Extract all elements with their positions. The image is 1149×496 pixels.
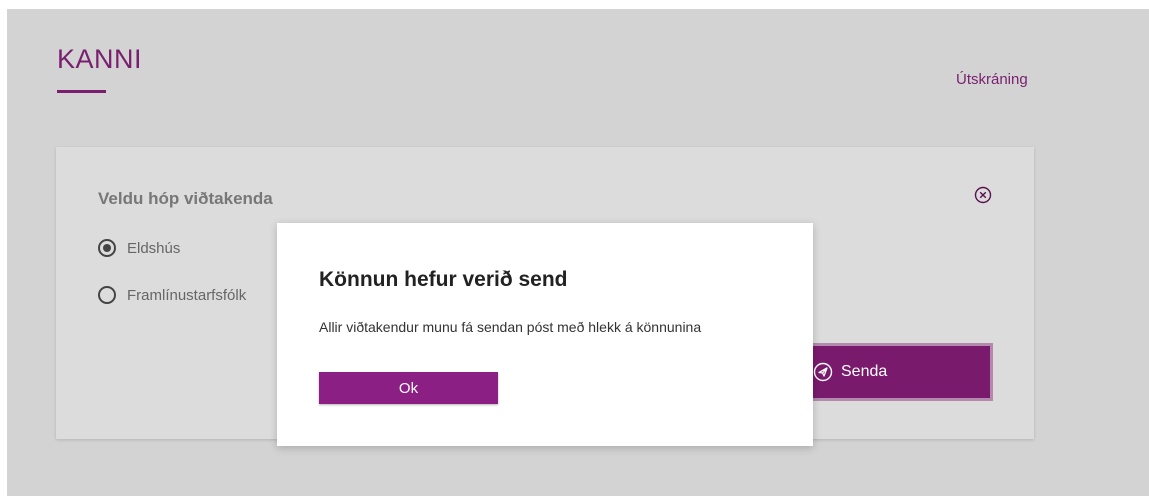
brand-logo: KANNI xyxy=(57,44,143,74)
option-framlinustarfsfolk[interactable]: Framlínustarfsfólk xyxy=(98,286,246,304)
option-label: Eldshús xyxy=(127,239,181,257)
radio-button-checked[interactable] xyxy=(98,239,116,257)
radio-button[interactable] xyxy=(98,286,116,304)
send-button[interactable]: Senda xyxy=(793,343,993,401)
confirmation-dialog: Könnun hefur verið send Allir viðtakendu… xyxy=(277,223,813,446)
close-icon[interactable] xyxy=(974,186,992,204)
paper-plane-icon xyxy=(813,362,833,382)
ok-button[interactable]: Ok xyxy=(319,372,498,404)
brand-underline xyxy=(57,90,106,93)
option-eldshus[interactable]: Eldshús xyxy=(98,239,180,257)
send-button-label: Senda xyxy=(841,363,888,380)
dialog-message: Allir viðtakendur munu fá sendan póst me… xyxy=(319,319,702,335)
option-label: Framlínustarfsfólk xyxy=(127,286,247,304)
logout-link[interactable]: Útskráning xyxy=(956,71,1028,88)
card-title: Veldu hóp viðtakenda xyxy=(98,189,273,208)
dialog-title: Könnun hefur verið send xyxy=(319,268,568,291)
